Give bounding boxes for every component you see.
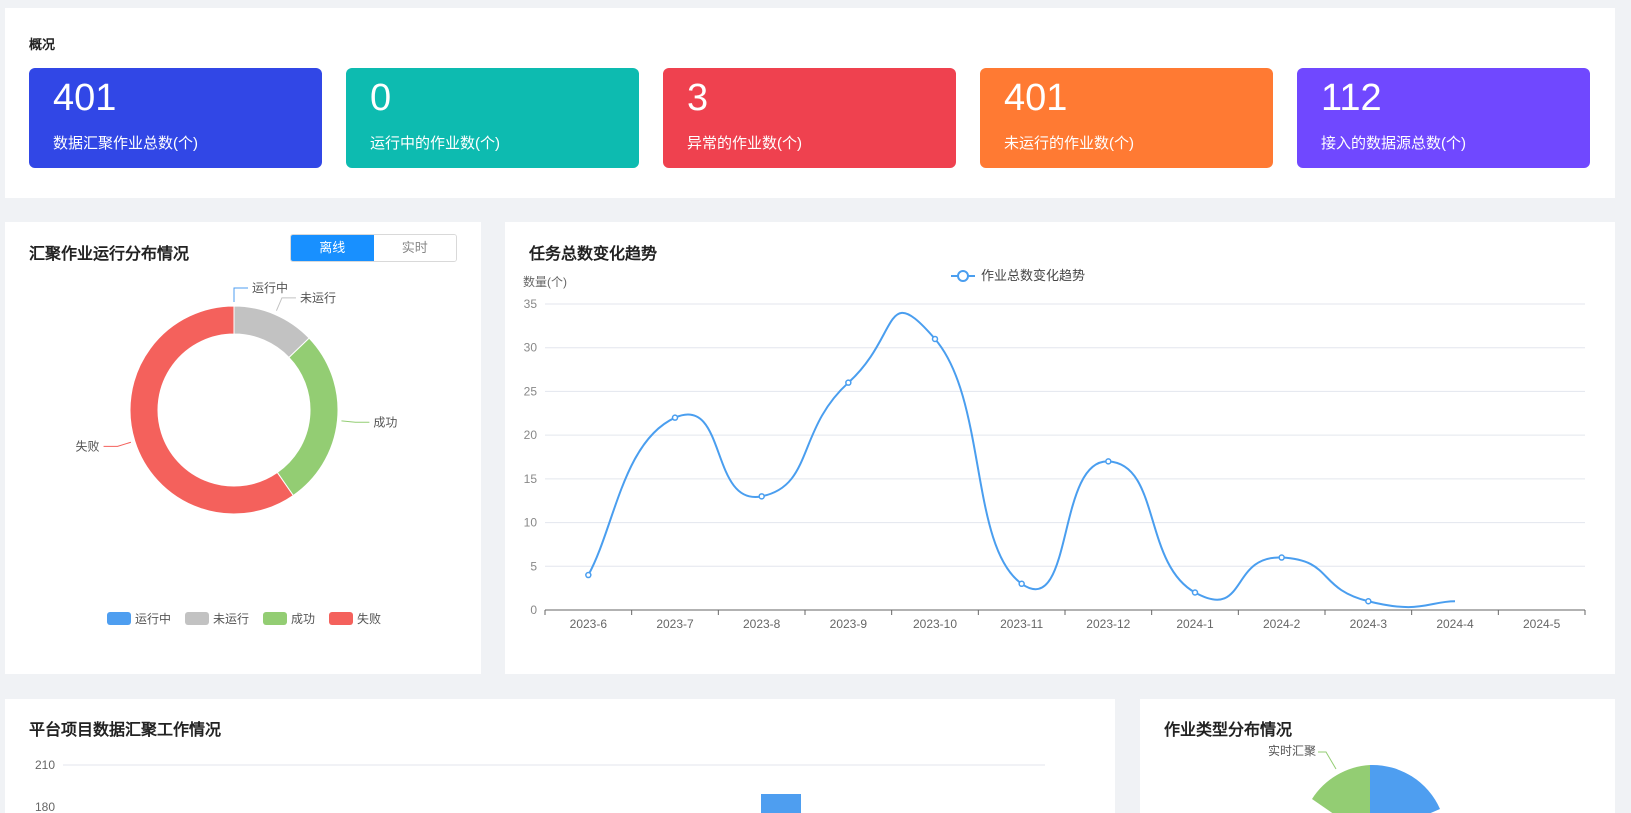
slice-leader-line (275, 297, 296, 311)
stat-card-abnormal-jobs[interactable]: 3 异常的作业数(个) (663, 68, 956, 168)
x-tick-label: 2024-3 (1350, 617, 1388, 631)
y-tick-label: 10 (524, 516, 538, 530)
stat-label: 未运行的作业数(个) (1004, 135, 1134, 152)
x-tick-label: 2024-4 (1436, 617, 1474, 631)
stat-label: 运行中的作业数(个) (370, 135, 500, 152)
data-point (931, 335, 939, 343)
stat-label: 数据汇聚作业总数(个) (53, 135, 198, 152)
y-axis-label: 数量(个) (523, 274, 567, 289)
legend-label: 作业总数变化趋势 (981, 268, 1085, 283)
pie-slice (1312, 765, 1370, 813)
y-tick-label: 0 (530, 603, 537, 617)
data-point (1365, 598, 1372, 605)
y-tick-label: 35 (524, 297, 538, 311)
slice-label: 失败 (76, 438, 100, 453)
donut-slice (276, 337, 339, 497)
x-tick-label: 2023-7 (656, 617, 694, 631)
stat-label: 异常的作业数(个) (687, 135, 802, 152)
job-trend-panel: 任务总数变化趋势 数量(个) 0 5 10 15 20 25 30 35 2023-6 2023-7… (505, 222, 1615, 674)
slice-label: 未运行 (300, 291, 336, 305)
legend-label: 失败 (357, 611, 381, 626)
x-tick-label: 2023-10 (913, 617, 957, 631)
data-point (585, 571, 592, 579)
x-tick-label: 2023-8 (743, 617, 781, 631)
x-tick-label: 2024-5 (1523, 617, 1561, 631)
slice-label: 实时汇聚 (1268, 743, 1316, 758)
x-tick-label: 2023-11 (1000, 617, 1043, 631)
slice-leader-line (341, 420, 370, 423)
data-point (845, 379, 852, 386)
project-bar-chart: 210 180 (35, 758, 1045, 813)
bar (761, 794, 801, 813)
x-tick-label: 2023-9 (830, 617, 868, 631)
job-distribution-panel: 汇聚作业运行分布情况 离线 实时 运行中 未运行 成功 失败 运行中 未运行 成功 失败 (5, 222, 481, 674)
slice-leader-line (233, 287, 248, 302)
data-point (1278, 554, 1285, 561)
stat-card-running-jobs[interactable]: 0 运行中的作业数(个) (346, 68, 639, 168)
x-tick-label: 2023-6 (570, 617, 608, 631)
legend-label: 未运行 (213, 612, 249, 626)
data-point (1018, 580, 1025, 588)
trend-line-chart: 数量(个) 0 5 10 15 20 25 30 35 2023-6 2023-7 2023-8 202… (523, 268, 1586, 631)
slice-label: 运行中 (252, 280, 288, 295)
overview-title: 概况 (29, 37, 56, 52)
stat-card-datasources[interactable]: 112 接入的数据源总数(个) (1297, 68, 1590, 168)
data-point (1191, 589, 1199, 596)
slice-leader-line (1318, 751, 1337, 770)
y-tick-label: 30 (524, 341, 538, 355)
stat-card-total-jobs[interactable]: 401 数据汇聚作业总数(个) (29, 68, 322, 168)
overview-panel: 概况 401 数据汇聚作业总数(个) 0 运行中的作业数(个) 3 异常的作业数… (5, 8, 1615, 198)
slice-label: 成功 (373, 415, 397, 429)
data-point (671, 414, 679, 421)
y-tick-label: 15 (524, 472, 538, 486)
stat-value: 3 (687, 77, 709, 119)
stat-value: 401 (1004, 77, 1068, 119)
y-tick-label: 25 (524, 384, 538, 398)
job-type-pie-chart: 实时汇聚 (1268, 743, 1440, 813)
x-tick-label: 2024-2 (1263, 617, 1301, 631)
legend-swatch (107, 612, 131, 625)
y-tick-label: 210 (35, 758, 55, 772)
legend-label: 成功 (291, 612, 315, 626)
y-tick-label: 5 (530, 559, 537, 573)
x-tick-label: 2024-1 (1176, 617, 1214, 631)
stat-value: 401 (53, 77, 117, 119)
x-tick-label: 2023-12 (1086, 617, 1130, 631)
stat-card-idle-jobs[interactable]: 401 未运行的作业数(个) (980, 68, 1273, 168)
y-tick-label: 20 (524, 428, 538, 442)
slice-leader-line (103, 441, 132, 447)
legend-swatch (329, 612, 353, 625)
legend-swatch (263, 612, 287, 625)
data-point (758, 493, 765, 500)
job-type-panel: 作业类型分布情况 实时汇聚 (1140, 699, 1615, 813)
data-point (1105, 458, 1112, 465)
legend-marker (957, 270, 969, 282)
project-summary-panel: 平台项目数据汇聚工作情况 210 180 (5, 699, 1115, 813)
stat-value: 0 (370, 77, 392, 119)
pie-slice (1370, 764, 1440, 813)
legend-label: 运行中 (135, 611, 171, 626)
series-line (587, 312, 1456, 609)
y-tick-label: 180 (35, 800, 55, 813)
distribution-donut-chart: 运行中未运行成功失败运行中 未运行 成功 失败 (76, 280, 398, 626)
stat-value: 112 (1321, 77, 1382, 119)
stat-label: 接入的数据源总数(个) (1321, 135, 1466, 152)
legend-swatch (185, 612, 209, 625)
